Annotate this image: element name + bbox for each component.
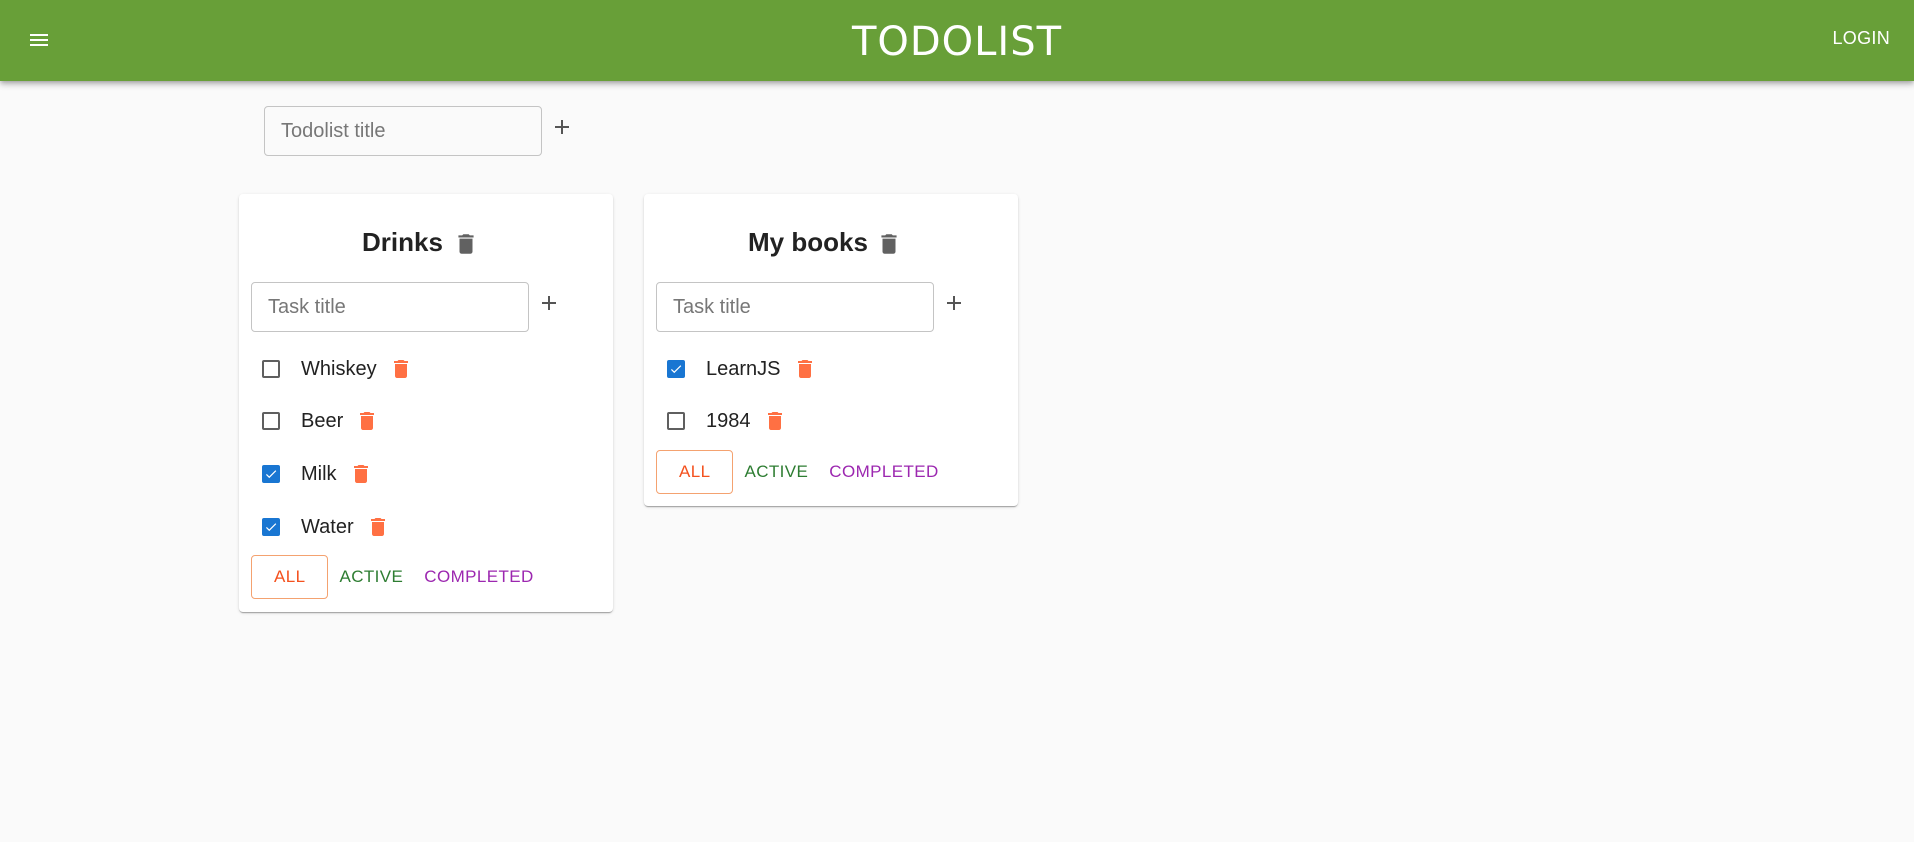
task-item: Water xyxy=(251,507,390,547)
trash-icon xyxy=(393,360,408,378)
add-todolist-button[interactable] xyxy=(548,113,576,141)
task-title: Milk xyxy=(301,462,337,485)
todolist-title-input[interactable] xyxy=(264,106,542,156)
trash-icon xyxy=(767,412,782,430)
filter-completed-button[interactable]: COMPLETED xyxy=(414,555,543,599)
todolist-title: My books xyxy=(748,227,868,257)
add-task-button[interactable] xyxy=(535,289,563,317)
trash-icon xyxy=(458,234,474,254)
delete-task-button[interactable] xyxy=(355,407,379,435)
checkbox-checked-icon xyxy=(262,518,280,536)
delete-task-button[interactable] xyxy=(793,355,817,383)
todolist-title: Drinks xyxy=(362,227,443,257)
task-title: 1984 xyxy=(706,409,751,432)
task-title: LearnJS xyxy=(706,357,781,380)
task-checkbox[interactable] xyxy=(251,454,291,494)
trash-icon xyxy=(881,234,897,254)
trash-icon xyxy=(360,412,375,430)
checkbox-unchecked-icon xyxy=(262,412,280,430)
app-bar: TODOLIST LOGIN xyxy=(0,0,1914,81)
filter-all-button[interactable]: ALL xyxy=(656,450,734,494)
delete-todolist-button[interactable] xyxy=(453,230,479,263)
filter-active-button[interactable]: ACTIVE xyxy=(329,555,413,599)
filter-all-button[interactable]: ALL xyxy=(251,555,329,599)
filter-active-button[interactable]: ACTIVE xyxy=(734,450,818,494)
task-item: Beer xyxy=(251,401,379,441)
task-item: 1984 xyxy=(656,401,787,441)
task-title: Beer xyxy=(301,409,344,432)
trash-icon xyxy=(353,465,368,483)
task-item: Milk xyxy=(251,454,373,494)
filter-bar: ALL ACTIVE COMPLETED xyxy=(251,555,544,599)
todolist-card-my-books: My books LearnJS 1984 xyxy=(644,194,1018,506)
checkbox-checked-icon xyxy=(667,360,685,378)
filter-completed-button[interactable]: COMPLETED xyxy=(819,450,948,494)
delete-task-button[interactable] xyxy=(349,460,373,488)
trash-icon xyxy=(370,518,385,536)
plus-icon xyxy=(542,296,556,310)
plus-icon xyxy=(555,120,569,134)
task-title: Whiskey xyxy=(301,357,377,380)
app-title: TODOLIST xyxy=(851,19,1063,65)
checkbox-unchecked-icon xyxy=(667,412,685,430)
task-checkbox[interactable] xyxy=(251,349,291,389)
delete-task-button[interactable] xyxy=(389,355,413,383)
add-task-button[interactable] xyxy=(940,289,968,317)
checkbox-unchecked-icon xyxy=(262,360,280,378)
task-checkbox[interactable] xyxy=(656,401,696,441)
task-title-input[interactable] xyxy=(251,282,529,332)
task-checkbox[interactable] xyxy=(251,507,291,547)
login-button[interactable]: LOGIN xyxy=(1832,28,1890,49)
delete-task-button[interactable] xyxy=(366,513,390,541)
task-title-input[interactable] xyxy=(656,282,934,332)
checkbox-checked-icon xyxy=(262,465,280,483)
task-item: Whiskey xyxy=(251,349,413,389)
task-title: Water xyxy=(301,515,354,538)
task-checkbox[interactable] xyxy=(656,349,696,389)
delete-todolist-button[interactable] xyxy=(876,230,902,263)
plus-icon xyxy=(947,296,961,310)
task-item: LearnJS xyxy=(656,349,817,389)
trash-icon xyxy=(797,360,812,378)
task-checkbox[interactable] xyxy=(251,401,291,441)
delete-task-button[interactable] xyxy=(763,407,787,435)
filter-bar: ALL ACTIVE COMPLETED xyxy=(656,450,949,494)
todolist-card-drinks: Drinks Whiskey Beer xyxy=(239,194,613,612)
